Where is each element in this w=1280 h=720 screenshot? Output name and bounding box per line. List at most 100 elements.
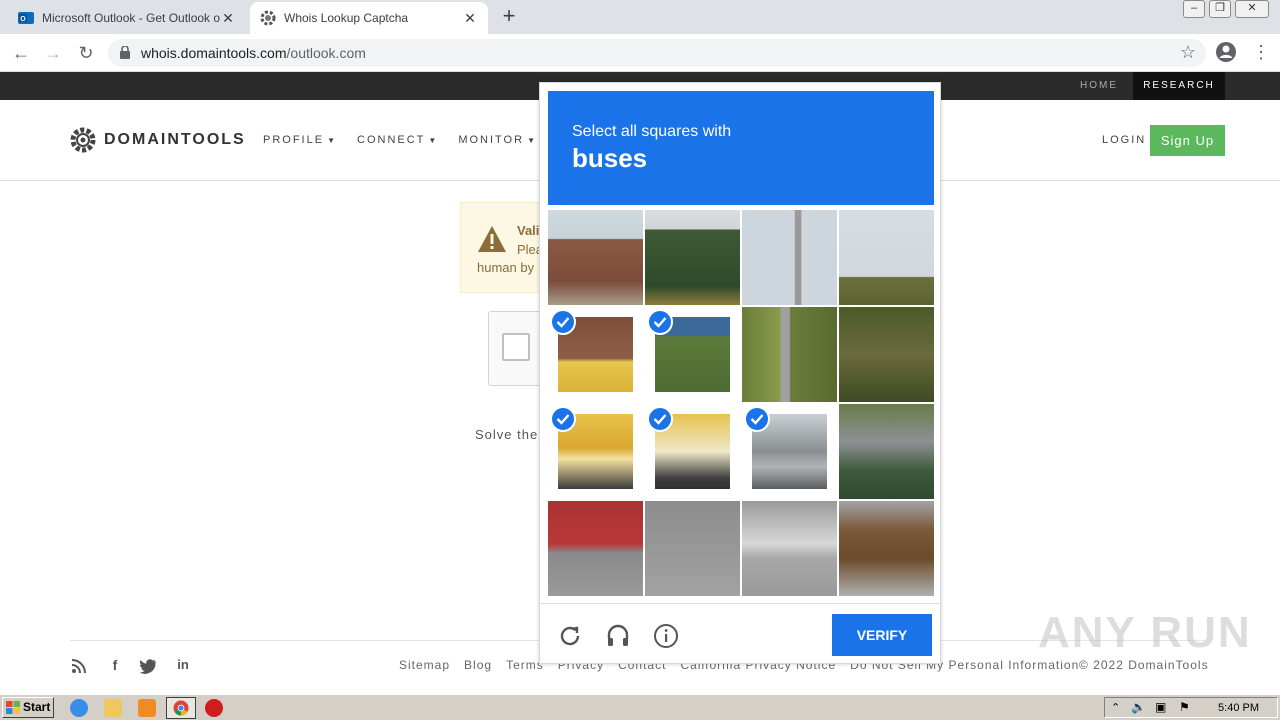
captcha-tile[interactable] bbox=[548, 501, 643, 596]
reload-page-icon[interactable]: ↻ bbox=[75, 42, 97, 64]
captcha-tile[interactable] bbox=[645, 404, 740, 499]
captcha-tile-image bbox=[548, 210, 643, 305]
captcha-tile[interactable] bbox=[548, 404, 643, 499]
profile-icon[interactable] bbox=[1215, 41, 1237, 63]
captcha-challenge-dialog: Select all squares with buses VERIFY bbox=[539, 82, 941, 664]
forward-icon[interactable]: → bbox=[42, 42, 64, 64]
rss-icon[interactable] bbox=[70, 657, 88, 675]
captcha-tile-image bbox=[839, 501, 934, 596]
close-icon[interactable]: ✕ bbox=[462, 10, 478, 27]
main-nav: PROFILE▼ CONNECT▼ MONITOR▼ SU bbox=[263, 134, 576, 146]
action-center-flag-icon[interactable]: ⚑ bbox=[1179, 700, 1190, 714]
nav-monitor[interactable]: MONITOR ▼ bbox=[458, 134, 537, 146]
checkmark-icon bbox=[647, 309, 673, 335]
captcha-tile-image bbox=[839, 404, 934, 499]
captcha-tile[interactable] bbox=[742, 404, 837, 499]
prompt-target: buses bbox=[572, 143, 648, 173]
checkmark-icon bbox=[550, 309, 576, 335]
twitter-icon[interactable] bbox=[139, 657, 157, 675]
captcha-tile-image bbox=[742, 501, 837, 596]
bookmark-star-icon[interactable]: ☆ bbox=[1180, 42, 1196, 63]
media-player-icon[interactable] bbox=[138, 699, 156, 717]
tab-whois-captcha[interactable]: Whois Lookup Captcha ✕ bbox=[250, 2, 488, 34]
logo-wordmark: DOMAINTOOLS bbox=[104, 131, 246, 148]
captcha-tile[interactable] bbox=[839, 307, 934, 402]
network-icon[interactable]: ▣ bbox=[1155, 700, 1166, 714]
chrome-taskbar-button[interactable] bbox=[166, 697, 196, 719]
domaintools-gear-icon bbox=[70, 127, 96, 153]
window-close-button[interactable]: ✕ bbox=[1235, 0, 1269, 18]
verify-button[interactable]: VERIFY bbox=[832, 614, 932, 656]
captcha-image-grid bbox=[548, 210, 934, 597]
tab-outlook[interactable]: O Microsoft Outlook - Get Outlook on y ✕ bbox=[8, 2, 246, 34]
captcha-tile[interactable] bbox=[742, 307, 837, 402]
checkmark-icon bbox=[647, 406, 673, 432]
linkedin-icon[interactable]: in bbox=[174, 657, 192, 675]
lock-icon bbox=[120, 46, 130, 59]
captcha-tile[interactable] bbox=[645, 210, 740, 305]
chrome-icon bbox=[173, 700, 189, 716]
explorer-folder-icon[interactable] bbox=[104, 699, 122, 717]
url-text: whois.domaintools.com/outlook.com bbox=[141, 45, 366, 61]
captcha-tile[interactable] bbox=[742, 501, 837, 596]
nav-connect[interactable]: CONNECT ▼ bbox=[357, 134, 438, 146]
close-icon[interactable]: ✕ bbox=[220, 10, 236, 27]
captcha-tile[interactable] bbox=[645, 307, 740, 402]
home-link[interactable]: HOME bbox=[1080, 80, 1118, 91]
browser-menu-icon[interactable]: ⋮ bbox=[1252, 42, 1270, 62]
research-link[interactable]: RESEARCH bbox=[1133, 72, 1225, 100]
captcha-tile[interactable] bbox=[839, 404, 934, 499]
validation-alert: Vali Plea human by bbox=[460, 202, 550, 293]
captcha-tile-image bbox=[742, 307, 837, 402]
domaintools-logo[interactable]: DOMAINTOOLS bbox=[70, 127, 246, 153]
new-tab-button[interactable]: + bbox=[498, 5, 520, 28]
captcha-tile-image bbox=[742, 210, 837, 305]
domaintools-gear-icon bbox=[260, 10, 276, 26]
footer-link-blog[interactable]: Blog bbox=[464, 658, 492, 672]
captcha-footer: VERIFY bbox=[540, 603, 940, 664]
anyrun-watermark: ANY RUN bbox=[1038, 608, 1252, 657]
captcha-tile-image bbox=[839, 210, 934, 305]
captcha-tile-image bbox=[839, 307, 934, 402]
tray-expand-icon[interactable]: ⌃ bbox=[1111, 701, 1120, 714]
windows-logo-icon bbox=[6, 701, 20, 714]
reload-icon[interactable] bbox=[557, 623, 583, 649]
captcha-tile[interactable] bbox=[742, 210, 837, 305]
solve-instruction: Solve the bbox=[475, 427, 539, 442]
captcha-tile-image bbox=[645, 501, 740, 596]
taskbar-clock: 5:40 PM bbox=[1218, 702, 1259, 714]
start-button[interactable]: Start bbox=[2, 697, 54, 718]
captcha-tile[interactable] bbox=[548, 307, 643, 402]
back-icon[interactable]: ← bbox=[10, 42, 32, 64]
sign-up-button[interactable]: Sign Up bbox=[1150, 125, 1225, 156]
internet-explorer-icon[interactable] bbox=[70, 699, 88, 717]
warning-icon bbox=[478, 226, 506, 252]
info-icon[interactable] bbox=[653, 623, 679, 649]
browser-toolbar: ← → ↻ whois.domaintools.com/outlook.com … bbox=[0, 34, 1280, 72]
minimize-button[interactable]: – bbox=[1183, 0, 1205, 18]
captcha-tile-image bbox=[645, 210, 740, 305]
captcha-tile[interactable] bbox=[548, 210, 643, 305]
restore-button[interactable]: ❐ bbox=[1209, 0, 1231, 18]
prompt-text: Select all squares with bbox=[572, 123, 732, 140]
login-link[interactable]: LOGIN bbox=[1102, 134, 1146, 146]
captcha-tile[interactable] bbox=[839, 501, 934, 596]
volume-icon[interactable]: 🔈 bbox=[1131, 700, 1146, 714]
windows-taskbar: Start ⌃ 🔈 ▣ ⚑ 5:40 PM bbox=[0, 694, 1280, 720]
svg-text:O: O bbox=[20, 16, 26, 23]
footer-link-sitemap[interactable]: Sitemap bbox=[399, 658, 450, 672]
nav-profile[interactable]: PROFILE ▼ bbox=[263, 134, 337, 146]
address-bar[interactable]: whois.domaintools.com/outlook.com ☆ bbox=[108, 39, 1206, 67]
facebook-icon[interactable]: f bbox=[106, 657, 124, 675]
tab-title: Whois Lookup Captcha bbox=[284, 11, 409, 25]
captcha-tile[interactable] bbox=[645, 501, 740, 596]
system-tray: ⌃ 🔈 ▣ ⚑ 5:40 PM bbox=[1104, 697, 1278, 718]
captcha-checkbox[interactable] bbox=[502, 333, 530, 361]
opera-icon[interactable] bbox=[205, 699, 223, 717]
captcha-tile[interactable] bbox=[839, 210, 934, 305]
outlook-icon: O bbox=[18, 12, 34, 24]
tab-strip: O Microsoft Outlook - Get Outlook on y ✕… bbox=[0, 0, 1280, 34]
tab-title: Microsoft Outlook - Get Outlook on y bbox=[42, 11, 220, 25]
captcha-prompt: Select all squares with buses bbox=[548, 91, 934, 205]
audio-icon[interactable] bbox=[605, 623, 631, 649]
